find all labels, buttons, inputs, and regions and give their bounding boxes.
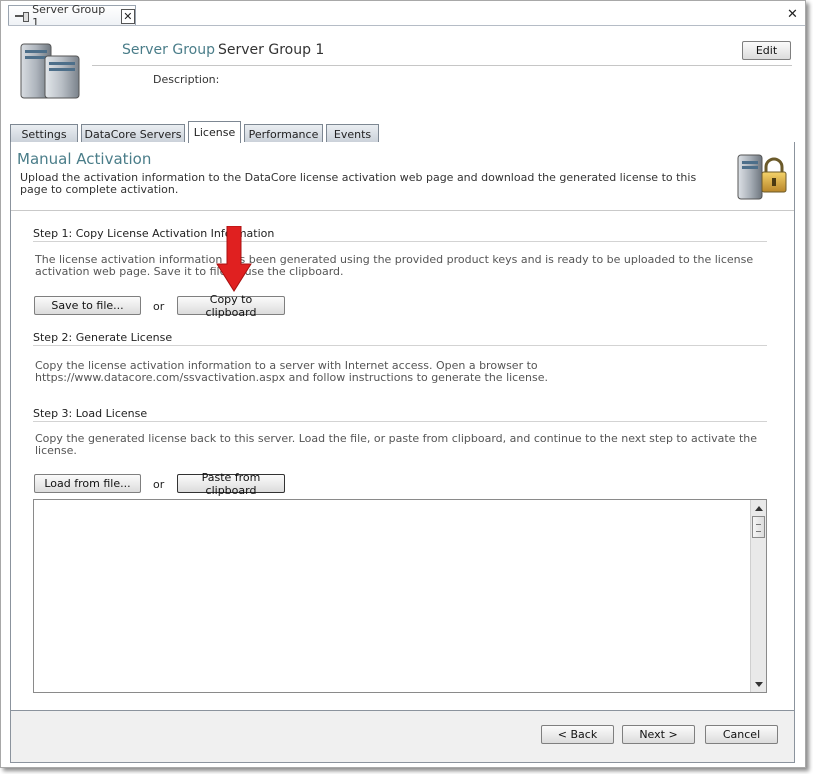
section-divider [11,210,794,211]
step3-text: Copy the generated license back to this … [35,432,757,457]
tab-settings[interactable]: Settings [10,124,78,143]
paste-from-clipboard-button[interactable]: Paste from clipboard [177,471,285,497]
server-group-name: Server Group 1 [218,42,325,58]
scroll-thumb[interactable] [752,516,765,538]
step1-text: The license activation information has b… [35,253,754,278]
load-from-file-button[interactable]: Load from file... [34,474,141,493]
scroll-down-icon[interactable] [752,677,765,691]
cancel-button[interactable]: Cancel [705,725,778,744]
edit-button[interactable]: Edit [742,41,791,60]
section-description: Upload the activation information to the… [20,171,697,196]
server-icon [20,43,80,99]
section-title: Manual Activation [17,150,152,168]
copy-to-clipboard-button[interactable]: Copy to clipboard [177,293,285,319]
window-close-icon[interactable]: ✕ [787,7,798,22]
header-divider [92,65,792,66]
server-lock-icon [737,154,787,200]
or-label: or [153,478,165,491]
back-button[interactable]: < Back [541,725,614,744]
document-tab[interactable]: Server Group 1 ✕ [8,3,136,29]
scroll-up-icon[interactable] [752,501,765,515]
tab-performance[interactable]: Performance [244,124,323,143]
tab-close-icon[interactable]: ✕ [120,8,136,24]
description-label: Description: [153,73,220,86]
step1-divider [33,241,767,242]
textarea-scrollbar[interactable] [750,500,766,692]
step3-title: Step 3: Load License [33,407,148,420]
header-title: Server Group [122,42,215,58]
tab-events[interactable]: Events [326,124,379,143]
next-button[interactable]: Next > [622,725,695,744]
tab-license[interactable]: License [188,121,241,143]
tab-datacore-servers[interactable]: DataCore Servers [81,124,185,143]
save-to-file-button[interactable]: Save to file... [34,296,141,315]
tab-strip-line [8,25,805,26]
license-textarea[interactable] [33,499,767,693]
step2-text: Copy the license activation information … [35,359,548,384]
step3-divider [33,421,767,422]
step2-divider [33,345,767,346]
or-label: or [153,300,165,313]
step2-title: Step 2: Generate License [33,331,173,344]
red-arrow-icon [216,226,252,292]
pin-icon [15,11,30,22]
